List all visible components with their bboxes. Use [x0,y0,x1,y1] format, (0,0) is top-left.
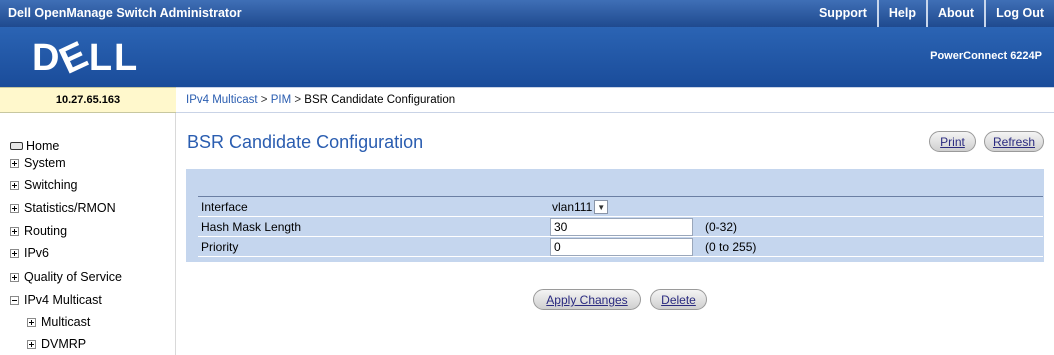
sidebar-item-label: Multicast [41,315,91,329]
expand-plus-icon[interactable] [10,180,19,190]
interface-row: Interface vlan111 ▼ [198,197,1043,217]
sidebar-item-label: DVMRP [41,337,87,351]
priority-label: Priority [201,240,239,254]
sidebar-item-label: Routing [24,224,68,238]
sidebar-item-switching[interactable]: Switching [10,177,78,193]
expand-plus-icon[interactable] [10,226,19,236]
delete-button[interactable]: Delete [650,289,707,310]
sidebar-item-dvmrp[interactable]: DVMRP [27,336,86,352]
breadcrumb-separator: > [260,94,268,106]
app-title: Dell OpenManage Switch Administrator [8,6,242,20]
print-button[interactable]: Print [929,131,976,152]
hash-mask-length-input[interactable]: 30 [550,218,693,236]
page-title: BSR Candidate Configuration [187,132,424,152]
sidebar-item-multicast[interactable]: Multicast [27,314,90,330]
sidebar-item-label: Switching [24,178,78,192]
top-bar: Dell OpenManage Switch Administrator Sup… [0,0,1054,27]
priority-row: Priority 0 (0 to 255) [198,237,1043,257]
sidebar-item-label: Quality of Service [24,270,122,284]
hash-mask-length-range: (0-32) [705,220,738,234]
expand-plus-icon[interactable] [10,272,19,282]
breadcrumb-pim[interactable]: PIM [271,94,291,106]
priority-range: (0 to 255) [705,240,757,254]
sidebar-item-label: Statistics/RMON [24,201,116,215]
sidebar-item-label: IPv6 [24,246,50,260]
hash-mask-length-label: Hash Mask Length [201,220,302,234]
refresh-button[interactable]: Refresh [984,131,1044,152]
interface-field-cell: vlan111 ▼ [550,197,695,216]
interface-select-value: vlan111 [552,200,593,214]
hash-mask-length-row: Hash Mask Length 30 (0-32) [198,217,1043,237]
dell-logo: DELL [32,33,140,83]
hash-mask-length-field-cell: 30 [550,217,695,236]
breadcrumb: IPv4 Multicast > PIM > BSR Candidate Con… [176,87,1054,113]
device-model: PowerConnect 6224P [930,50,1042,62]
top-links: Support Help About Log Out [809,0,1054,27]
sidebar-item-quality-of-service[interactable]: Quality of Service [10,269,122,285]
main-content: BSR Candidate Configuration Print Refres… [176,113,1054,355]
sidebar-item-routing[interactable]: Routing [10,223,67,239]
breadcrumb-ipv4-multicast[interactable]: IPv4 Multicast [186,94,258,106]
collapse-minus-icon[interactable] [10,295,19,305]
interface-label: Interface [201,200,248,214]
apply-changes-button[interactable]: Apply Changes [533,289,641,310]
about-link[interactable]: About [925,0,984,27]
breadcrumb-current: BSR Candidate Configuration [304,94,456,106]
support-link[interactable]: Support [809,0,877,27]
sidebar-item-label: System [24,156,66,170]
config-panel: Interface vlan111 ▼ Hash Mask Length 30 … [186,169,1044,262]
expand-plus-icon[interactable] [27,339,36,349]
sidebar-item-label: Home [26,139,60,153]
config-form: Interface vlan111 ▼ Hash Mask Length 30 … [198,196,1043,257]
sidebar-item-ipv6[interactable]: IPv6 [10,245,49,261]
sidebar-item-home[interactable]: Home [10,138,59,154]
sidebar-item-label: IPv4 Multicast [24,293,102,307]
chevron-down-icon[interactable]: ▼ [594,200,609,214]
expand-plus-icon[interactable] [10,158,19,168]
interface-select[interactable]: vlan111 ▼ [550,198,626,216]
priority-input[interactable]: 0 [550,238,693,256]
logo-band: DELL PowerConnect 6224P [0,27,1054,87]
sidebar: Home System Switching Statistics/RMON Ro… [0,113,176,355]
sidebar-item-system[interactable]: System [10,155,66,171]
home-icon [10,142,23,150]
help-link[interactable]: Help [876,0,926,27]
sidebar-item-ipv4-multicast[interactable]: IPv4 Multicast [10,292,102,308]
ip-address: 10.27.65.163 [0,87,176,113]
priority-field-cell: 0 [550,237,695,256]
logout-link[interactable]: Log Out [984,0,1054,27]
expand-plus-icon[interactable] [10,248,19,258]
sidebar-item-statistics-rmon[interactable]: Statistics/RMON [10,200,116,216]
expand-plus-icon[interactable] [27,317,36,327]
expand-plus-icon[interactable] [10,203,19,213]
breadcrumb-separator: > [294,94,302,106]
